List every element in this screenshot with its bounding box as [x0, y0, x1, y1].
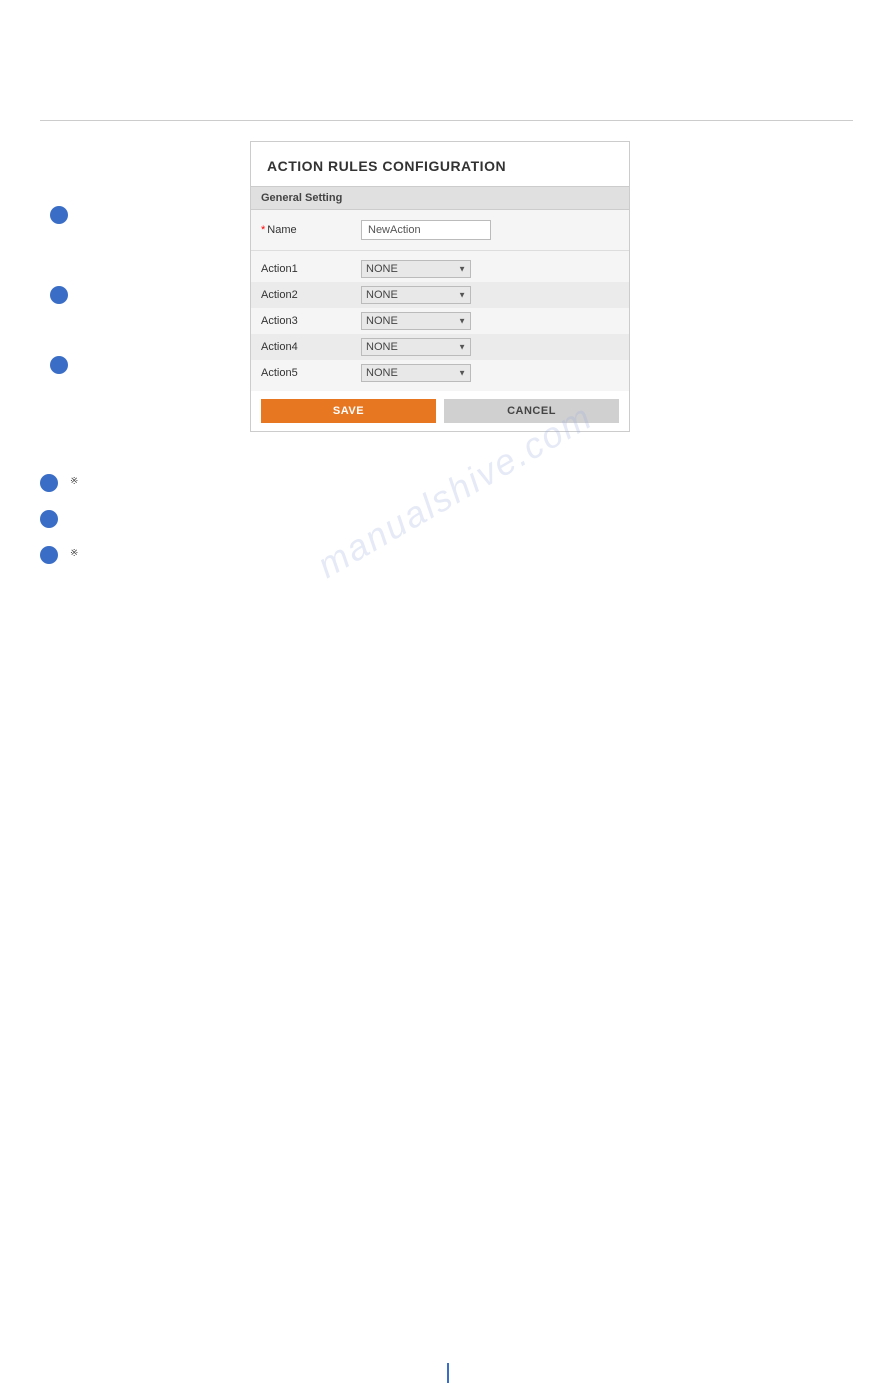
main-content: ACTION RULES CONFIGURATION General Setti…	[0, 121, 893, 452]
annotation-dot-bottom-2	[40, 510, 58, 528]
annotation-item-1: ※	[40, 472, 853, 492]
action1-label: Action1	[261, 263, 361, 275]
bottom-border-line	[447, 1363, 449, 1383]
action3-label: Action3	[261, 315, 361, 327]
name-label: *Name	[261, 224, 361, 236]
annotation-dot-bottom-3	[40, 546, 58, 564]
annotation-area	[40, 141, 100, 432]
name-input[interactable]	[361, 220, 491, 240]
annotation-text-1: ※	[70, 472, 78, 489]
action5-select[interactable]: NONE Option1 Option2	[361, 364, 471, 382]
actions-section: Action1 NONE Option1 Option2 Action2 NON…	[251, 250, 629, 391]
save-button[interactable]: SAVE	[261, 399, 436, 423]
annotation-item-3: ※	[40, 544, 853, 564]
config-panel: ACTION RULES CONFIGURATION General Setti…	[250, 141, 630, 432]
page-container: ACTION RULES CONFIGURATION General Setti…	[0, 120, 893, 1383]
action4-select-wrapper: NONE Option1 Option2	[361, 338, 471, 356]
action-row: Action2 NONE Option1 Option2	[251, 282, 629, 308]
action-row: Action5 NONE Option1 Option2	[251, 360, 629, 386]
action3-select-wrapper: NONE Option1 Option2	[361, 312, 471, 330]
action4-select[interactable]: NONE Option1 Option2	[361, 338, 471, 356]
annotation-sub-1: ※	[70, 474, 78, 489]
button-row: SAVE CANCEL	[251, 391, 629, 431]
annotation-text-3: ※	[70, 544, 78, 561]
config-title: ACTION RULES CONFIGURATION	[251, 142, 629, 186]
annotation-dot-bottom-1	[40, 474, 58, 492]
name-row: *Name	[251, 210, 629, 250]
bottom-annotations: ※ ※	[0, 452, 893, 600]
annotation-dot-3	[50, 356, 68, 374]
action3-select[interactable]: NONE Option1 Option2	[361, 312, 471, 330]
action-row: Action4 NONE Option1 Option2	[251, 334, 629, 360]
required-indicator: *	[261, 224, 265, 236]
action5-select-wrapper: NONE Option1 Option2	[361, 364, 471, 382]
action2-select-wrapper: NONE Option1 Option2	[361, 286, 471, 304]
action4-label: Action4	[261, 341, 361, 353]
action-row: Action3 NONE Option1 Option2	[251, 308, 629, 334]
cancel-button[interactable]: CANCEL	[444, 399, 619, 423]
general-setting-section: General Setting *Name	[251, 186, 629, 250]
action2-label: Action2	[261, 289, 361, 301]
action-row: Action1 NONE Option1 Option2	[251, 256, 629, 282]
action1-select-wrapper: NONE Option1 Option2	[361, 260, 471, 278]
action5-label: Action5	[261, 367, 361, 379]
action2-select[interactable]: NONE Option1 Option2	[361, 286, 471, 304]
annotation-dot-2	[50, 286, 68, 304]
annotation-item-2	[40, 508, 853, 528]
action1-select[interactable]: NONE Option1 Option2	[361, 260, 471, 278]
section-header-general: General Setting	[251, 186, 629, 210]
annotation-sub-3: ※	[70, 546, 78, 561]
annotation-dot-1	[50, 206, 68, 224]
